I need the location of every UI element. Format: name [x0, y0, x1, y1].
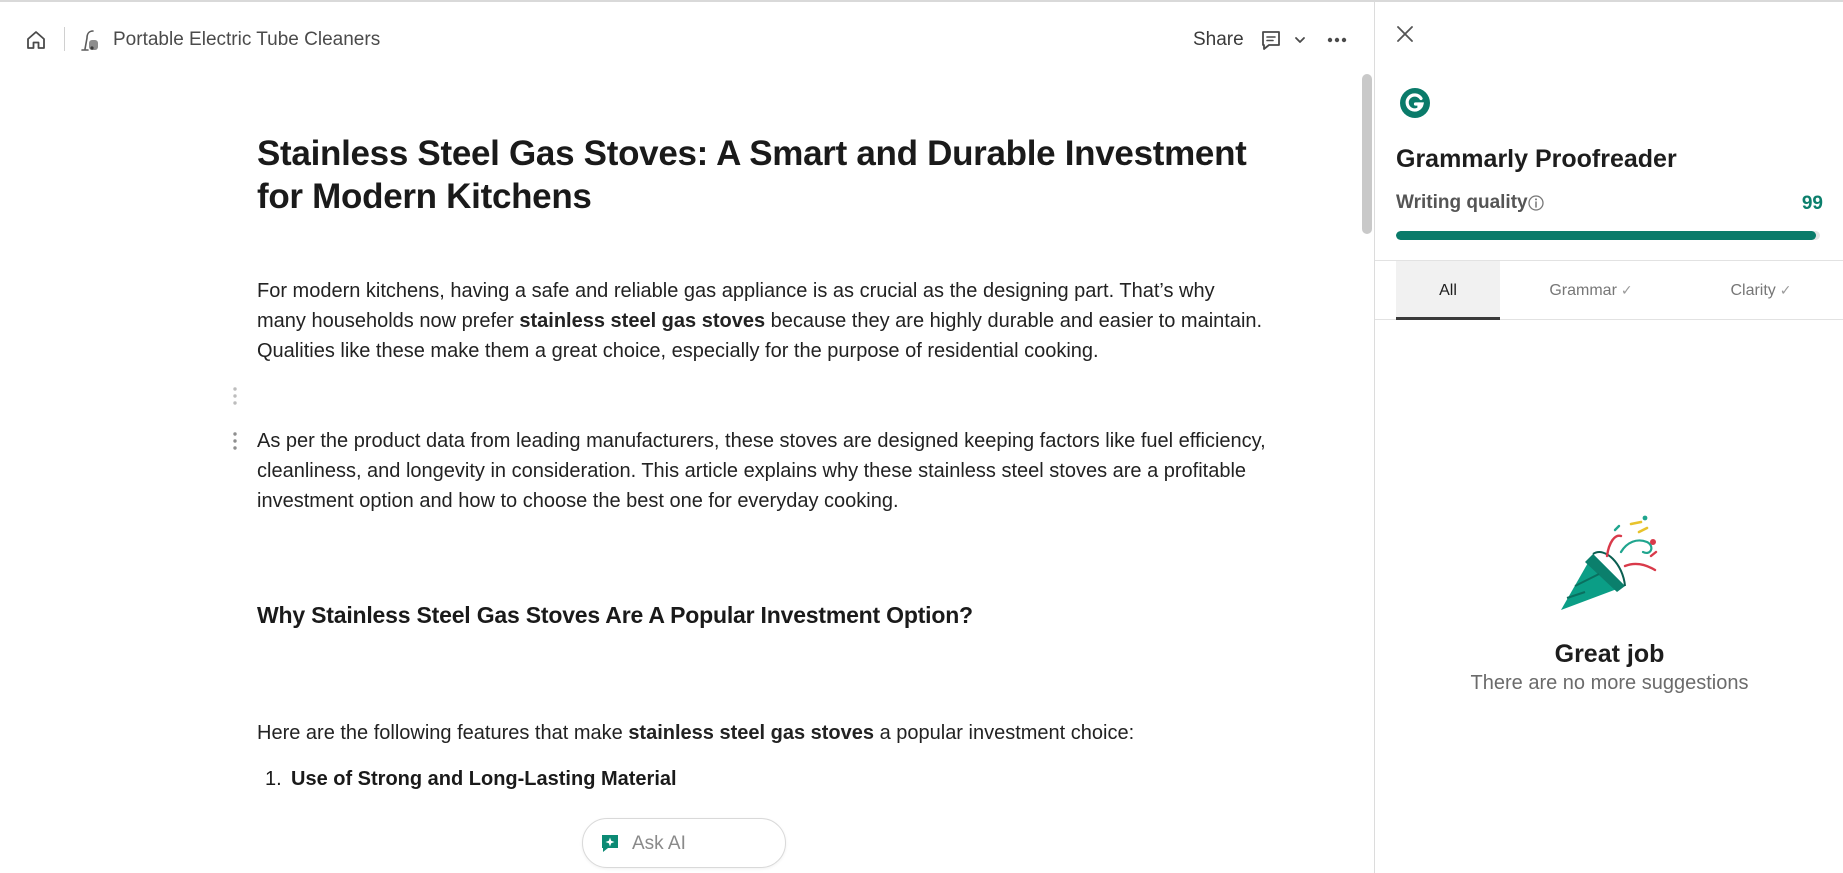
scrollbar-thumb[interactable] — [1362, 74, 1372, 234]
ask-ai-button[interactable]: Ask AI — [582, 818, 786, 868]
check-icon: ✓ — [1779, 282, 1792, 298]
paragraph[interactable]: Here are the following features that mak… — [257, 718, 1267, 748]
grammarly-panel: Grammarly Proofreader Writing quality 99… — [1374, 2, 1843, 873]
share-button[interactable]: Share — [1193, 28, 1244, 52]
tab-label: All — [1439, 282, 1457, 299]
suggestion-tabs: All Grammar ✓ Clarity ✓ — [1375, 260, 1843, 320]
list-item[interactable]: 1. Use of Strong and Long-Lasting Materia… — [265, 764, 677, 794]
ai-chat-icon — [599, 832, 621, 854]
comment-icon[interactable] — [1258, 27, 1284, 53]
list-item-number: 1. — [265, 768, 282, 790]
writing-quality-bar — [1396, 231, 1820, 240]
writing-quality-bar-fill — [1396, 231, 1816, 240]
drag-handle-icon[interactable] — [230, 385, 240, 407]
writing-quality-label: Writing quality — [1396, 192, 1528, 213]
chevron-down-icon[interactable] — [1292, 32, 1308, 48]
vacuum-icon — [80, 28, 102, 52]
toolbar-divider — [64, 27, 65, 51]
document-area: Portable Electric Tube Cleaners Share St… — [0, 2, 1374, 873]
paragraph-text: Here are the following features that mak… — [257, 722, 629, 744]
grammarly-logo-icon — [1399, 87, 1431, 119]
document-title[interactable]: Stainless Steel Gas Stoves: A Smart and … — [257, 132, 1257, 218]
info-icon[interactable] — [1527, 194, 1545, 212]
list-item-text: Use of Strong and Long-Lasting Material — [291, 768, 677, 790]
ask-ai-label: Ask AI — [632, 833, 686, 854]
paragraph[interactable]: For modern kitchens, having a safe and r… — [257, 276, 1267, 366]
top-toolbar: Portable Electric Tube Cleaners Share — [0, 2, 1374, 72]
panel-title: Grammarly Proofreader — [1396, 145, 1677, 173]
close-icon[interactable] — [1393, 22, 1417, 46]
paragraph-bold-keyword: stainless steel gas stoves — [519, 310, 766, 332]
page-title[interactable]: Portable Electric Tube Cleaners — [113, 28, 380, 52]
paragraph[interactable]: As per the product data from leading man… — [257, 426, 1267, 516]
home-icon[interactable] — [24, 28, 48, 52]
section-heading[interactable]: Why Stainless Steel Gas Stoves Are A Pop… — [257, 600, 973, 630]
more-horizontal-icon[interactable] — [1324, 28, 1350, 52]
tab-clarity[interactable]: Clarity ✓ — [1691, 261, 1831, 320]
party-popper-icon — [1555, 512, 1667, 616]
empty-state-subtitle: There are no more suggestions — [1470, 672, 1749, 694]
tab-label: Clarity — [1730, 282, 1776, 299]
check-icon: ✓ — [1620, 282, 1633, 298]
paragraph-text: a popular investment choice: — [874, 722, 1135, 744]
paragraph-bold-keyword: stainless steel gas stoves — [628, 722, 875, 744]
empty-state-title: Great job — [1554, 640, 1665, 668]
tab-grammar[interactable]: Grammar ✓ — [1521, 261, 1661, 320]
tab-all[interactable]: All — [1396, 261, 1500, 320]
drag-handle-icon[interactable] — [230, 430, 240, 452]
tab-label: Grammar — [1549, 282, 1617, 299]
writing-quality-score: 99 — [1801, 193, 1823, 214]
